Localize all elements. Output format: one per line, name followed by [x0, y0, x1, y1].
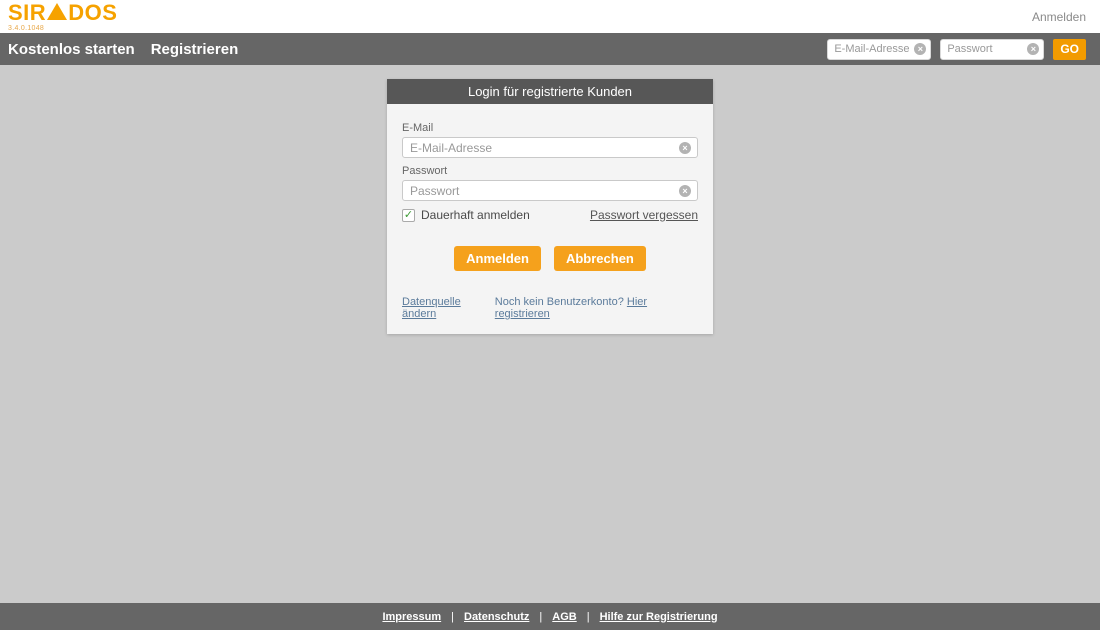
- nav-email-field-wrap: ×: [827, 39, 931, 60]
- logo-text-left: SIR: [8, 2, 46, 24]
- logo-triangle-icon: [47, 3, 67, 20]
- logo-text-right: DOS: [68, 2, 117, 24]
- remember-me-control[interactable]: ✓ Dauerhaft anmelden: [402, 208, 530, 222]
- footer-separator: |: [587, 611, 590, 623]
- clear-icon[interactable]: ×: [914, 43, 926, 55]
- anmelden-button[interactable]: Anmelden: [454, 246, 541, 271]
- password-field-wrap: ×: [402, 180, 698, 201]
- remember-label: Dauerhaft anmelden: [421, 208, 530, 222]
- topbar-anmelden-link[interactable]: Anmelden: [1032, 10, 1086, 24]
- clear-icon[interactable]: ×: [1027, 43, 1039, 55]
- nav-bar: Kostenlos starten Registrieren × × GO: [0, 33, 1100, 65]
- clear-icon[interactable]: ×: [679, 185, 691, 197]
- footer-link-hilfe[interactable]: Hilfe zur Registrierung: [600, 611, 718, 623]
- nav-quick-login: × × GO: [827, 39, 1086, 60]
- main-content: Login für registrierte Kunden E-Mail × P…: [0, 65, 1100, 603]
- app-version: 3.4.0.1048: [8, 25, 117, 32]
- nav-item-kostenlos-starten[interactable]: Kostenlos starten: [8, 41, 135, 58]
- footer-separator: |: [539, 611, 542, 623]
- footer-separator: |: [451, 611, 454, 623]
- nav-password-field-wrap: ×: [940, 39, 1044, 60]
- register-prompt-text: Noch kein Benutzerkonto?: [495, 296, 627, 308]
- password-label: Passwort: [402, 165, 698, 177]
- password-input[interactable]: [410, 184, 675, 198]
- footer-bar: Impressum | Datenschutz | AGB | Hilfe zu…: [0, 603, 1100, 630]
- email-input[interactable]: [410, 141, 675, 155]
- footer-link-impressum[interactable]: Impressum: [382, 611, 441, 623]
- nav-password-input[interactable]: [947, 43, 1023, 55]
- datasource-change-link[interactable]: Datenquelle ändern: [402, 296, 495, 320]
- nav-email-input[interactable]: [834, 43, 910, 55]
- remember-checkbox[interactable]: ✓: [402, 209, 415, 222]
- login-card: Login für registrierte Kunden E-Mail × P…: [387, 79, 713, 334]
- login-card-title: Login für registrierte Kunden: [387, 79, 713, 104]
- footer-link-agb[interactable]: AGB: [552, 611, 576, 623]
- clear-icon[interactable]: ×: [679, 142, 691, 154]
- forgot-password-link[interactable]: Passwort vergessen: [590, 208, 698, 222]
- email-field-wrap: ×: [402, 137, 698, 158]
- sirados-logo[interactable]: SIR DOS 3.4.0.1048: [8, 2, 117, 32]
- top-bar: SIR DOS 3.4.0.1048 Anmelden: [0, 0, 1100, 33]
- go-button[interactable]: GO: [1053, 39, 1086, 60]
- email-label: E-Mail: [402, 122, 698, 134]
- footer-link-datenschutz[interactable]: Datenschutz: [464, 611, 529, 623]
- nav-item-registrieren[interactable]: Registrieren: [151, 41, 239, 58]
- abbrechen-button[interactable]: Abbrechen: [554, 246, 646, 271]
